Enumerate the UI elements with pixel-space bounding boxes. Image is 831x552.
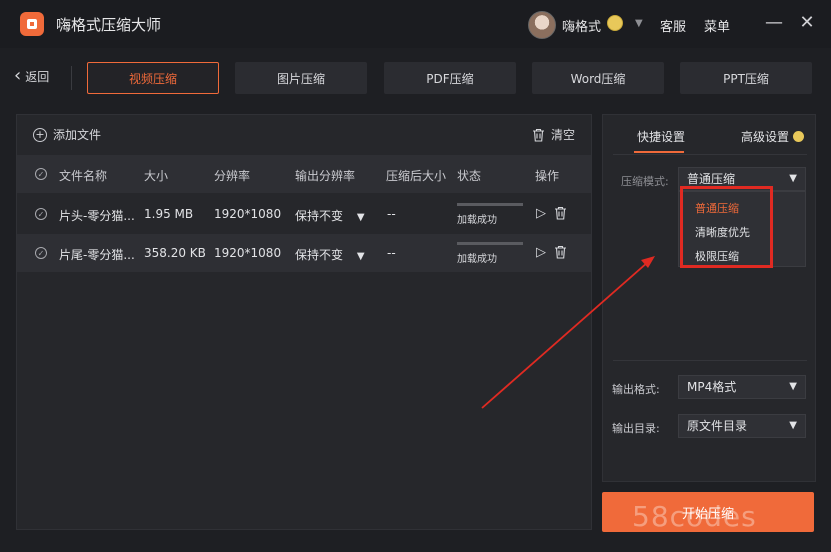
output-resolution-value: 保持不变 [295,209,344,223]
output-resolution-select[interactable]: 保持不变 ▼ [295,207,365,224]
table-row[interactable]: ✓ 片头-零分猫... 1.95 MB 1920*1080 保持不变 ▼ -- … [17,195,591,233]
username[interactable]: 嗨格式 [562,16,601,35]
col-resolution: 分辨率 [214,169,251,183]
status-cell: 加载成功 [457,242,523,265]
row-checkbox[interactable]: ✓ [35,208,47,220]
load-progress-bar [457,242,523,245]
clear-button[interactable]: 清空 [532,126,575,143]
status-text: 加载成功 [457,254,497,265]
tab-word-compress[interactable]: Word压缩 [532,62,664,94]
progress-fill [457,242,523,245]
active-tab-indicator [634,151,684,153]
col-compressed-size: 压缩后大小 [386,169,447,183]
status-cell: 加载成功 [457,203,523,226]
col-size: 大小 [144,169,169,183]
clear-label: 清空 [550,128,575,142]
chevron-down-icon: ▼ [789,420,797,431]
load-progress-bar [457,203,523,206]
tab-image-compress[interactable]: 图片压缩 [235,62,367,94]
add-file-button[interactable]: + 添加文件 [33,126,101,143]
compress-mode-label: 压缩模式: [621,175,669,188]
menu-link[interactable]: 菜单 [704,16,730,35]
col-file-name: 文件名称 [59,169,108,183]
tab-pdf-compress[interactable]: PDF压缩 [384,62,516,94]
output-dir-value: 原文件目录 [687,419,748,433]
vip-coin-icon [793,131,805,142]
output-resolution-value: 保持不变 [295,248,344,262]
annotation-highlight-box [680,186,773,268]
file-name: 片尾-零分猫... [59,248,135,262]
file-list-panel: + 添加文件 清空 ✓ 文件名称 大小 分辨率 输出分辨率 压缩后大小 状态 操… [16,114,592,530]
title-bar: 嗨格式压缩大师 嗨格式 ▼ 客服 菜单 — ✕ [0,0,831,48]
tab-quick-settings[interactable]: 快捷设置 [637,128,685,145]
chevron-down-icon: ▼ [789,381,797,392]
play-icon[interactable]: ▷ [536,245,546,260]
output-format-label: 输出格式: [612,383,660,396]
output-dir-select[interactable]: 原文件目录 ▼ [678,414,806,438]
file-size: 358.20 KB [144,246,206,260]
app-title: 嗨格式压缩大师 [56,16,162,34]
close-icon[interactable]: ✕ [796,12,818,34]
settings-divider [613,154,807,155]
add-file-label: 添加文件 [53,128,102,142]
minimize-icon[interactable]: — [763,12,785,34]
file-name: 片头-零分猫... [59,209,135,223]
tab-ppt-compress[interactable]: PPT压缩 [680,62,812,94]
add-circle-icon: + [33,127,47,142]
chevron-down-icon: ▼ [789,173,797,184]
col-actions: 操作 [535,169,560,183]
nav-divider [71,66,72,90]
chevron-down-icon: ▼ [356,251,365,262]
col-output-resolution: 输出分辨率 [295,169,356,183]
vip-coin-icon [607,15,623,31]
output-format-select[interactable]: MP4格式 ▼ [678,375,806,399]
tab-advanced-settings[interactable]: 高级设置 [741,128,805,145]
progress-fill [457,203,523,206]
file-toolbar: + 添加文件 清空 [17,115,591,153]
col-status: 状态 [457,169,482,183]
tab-video-compress[interactable]: 视频压缩 [87,62,219,94]
watermark-text: 58codes [632,500,757,533]
row-actions: ▷ [536,245,567,260]
compress-mode-value: 普通压缩 [687,172,736,186]
settings-divider [613,360,807,361]
select-all-checkbox[interactable]: ✓ [35,168,47,180]
compressed-size: -- [387,246,396,260]
settings-panel: 快捷设置 高级设置 压缩模式: 普通压缩 ▼ 普通压缩 清晰度优先 极限压缩 输… [602,114,816,482]
avatar[interactable] [528,11,556,39]
back-label: 返回 [25,69,50,84]
row-actions: ▷ [536,206,567,221]
back-button[interactable]: ‹ 返回 [14,67,49,85]
play-icon[interactable]: ▷ [536,206,546,221]
app-logo-icon [20,12,44,36]
compressed-size: -- [387,207,396,221]
output-resolution-select[interactable]: 保持不变 ▼ [295,246,365,263]
file-resolution: 1920*1080 [214,246,282,260]
account-dropdown-icon[interactable]: ▼ [635,18,643,29]
trash-icon[interactable] [554,206,567,220]
table-header: ✓ 文件名称 大小 分辨率 输出分辨率 压缩后大小 状态 操作 [17,155,591,193]
table-row[interactable]: ✓ 片尾-零分猫... 358.20 KB 1920*1080 保持不变 ▼ -… [17,234,591,272]
nav-bar: ‹ 返回 视频压缩 图片压缩 PDF压缩 Word压缩 PPT压缩 [0,58,831,98]
chevron-down-icon: ▼ [356,212,365,223]
row-checkbox[interactable]: ✓ [35,247,47,259]
trash-icon [532,128,544,142]
output-format-value: MP4格式 [687,380,737,394]
file-resolution: 1920*1080 [214,207,282,221]
customer-service-link[interactable]: 客服 [660,16,686,35]
file-size: 1.95 MB [144,207,194,221]
output-dir-label: 输出目录: [612,422,660,435]
chevron-left-icon: ‹ [14,65,22,86]
trash-icon[interactable] [554,245,567,259]
advanced-settings-label: 高级设置 [741,130,790,144]
status-text: 加载成功 [457,215,497,226]
